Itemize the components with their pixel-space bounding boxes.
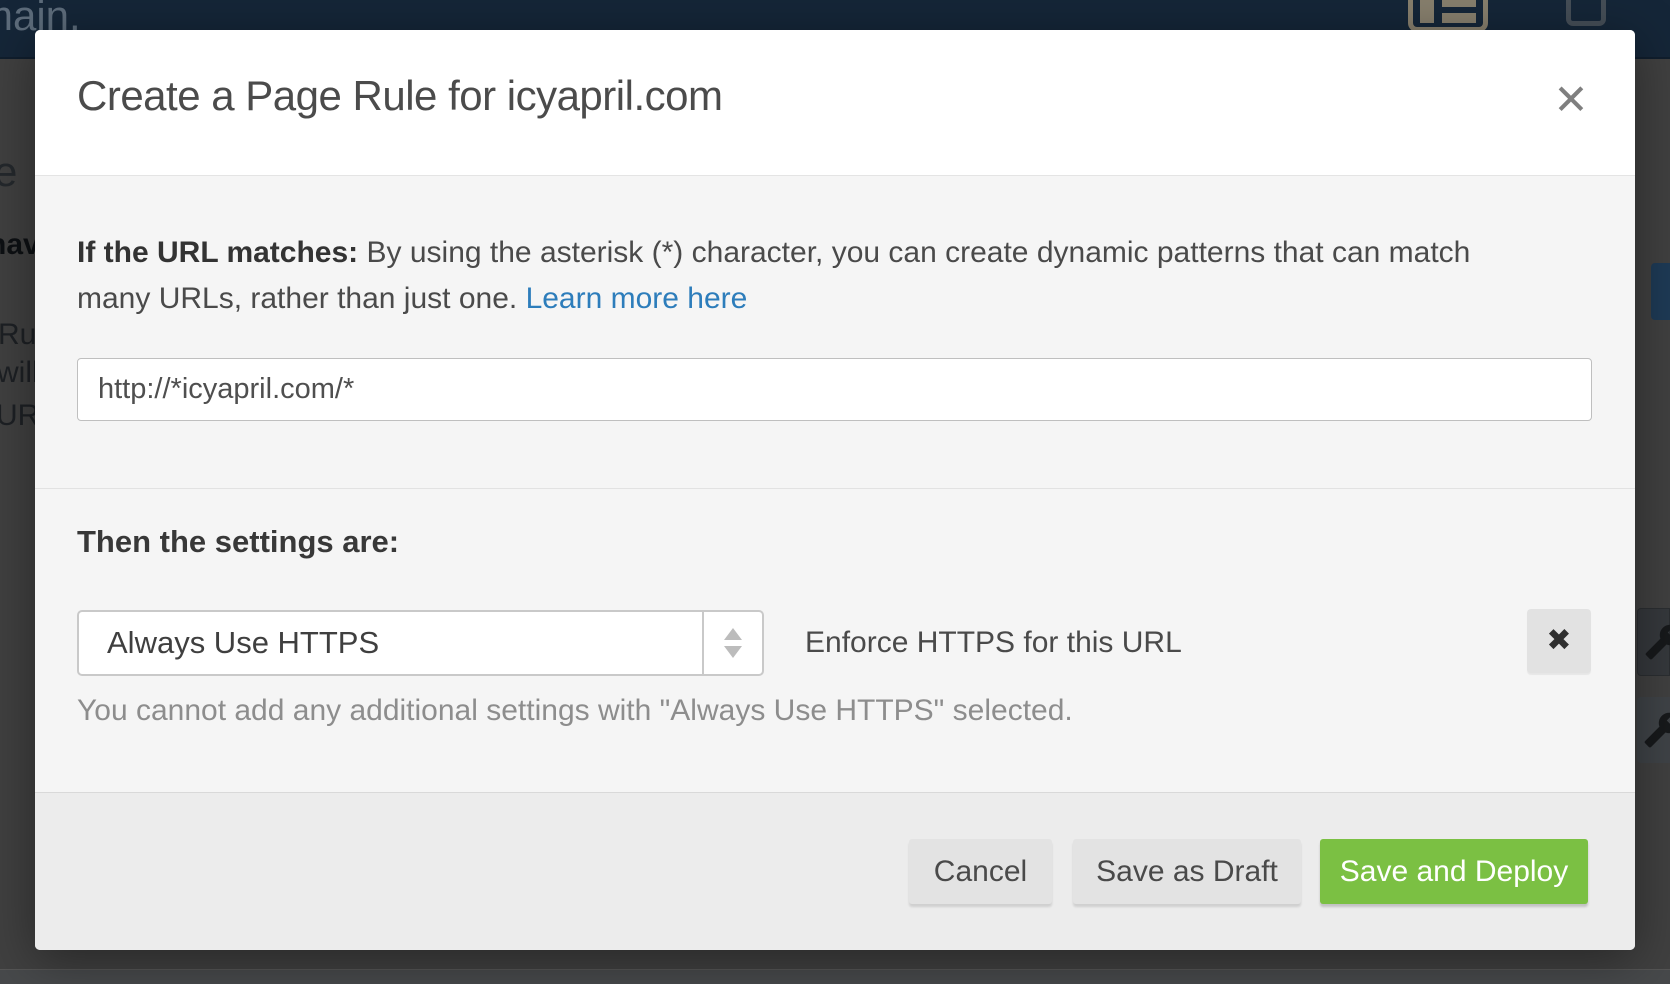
text-fragment: will (0, 356, 36, 390)
remove-setting-button[interactable]: ✖ (1527, 609, 1591, 673)
url-pattern-input[interactable] (77, 358, 1592, 421)
background-left-fragments: e nav Ru will UR (0, 59, 36, 984)
text-fragment: Ru (0, 318, 36, 352)
save-and-deploy-button[interactable]: Save and Deploy (1320, 839, 1588, 904)
create-page-rule-modal: Create a Page Rule for icyapril.com ✕ If… (35, 30, 1635, 950)
text-fragment: nav (0, 228, 36, 262)
wrench-panel (1637, 697, 1670, 763)
wrench-panel (1637, 608, 1670, 676)
section-divider (35, 488, 1635, 489)
wrench-icon (1643, 711, 1670, 749)
close-icon[interactable]: ✕ (1541, 70, 1601, 130)
setting-description: Enforce HTTPS for this URL (805, 610, 1182, 676)
url-match-label: If the URL matches: (77, 236, 358, 269)
url-match-description: If the URL matches: By using the asteris… (77, 230, 1477, 322)
save-as-draft-button[interactable]: Save as Draft (1073, 839, 1301, 904)
wrench-icon (1644, 623, 1670, 661)
setting-select-value: Always Use HTTPS (107, 612, 379, 674)
modal-title: Create a Page Rule for icyapril.com (77, 72, 722, 120)
learn-more-link[interactable]: Learn more here (526, 282, 748, 315)
modal-footer: Cancel Save as Draft Save and Deploy (35, 792, 1635, 950)
blue-button-fragment (1651, 263, 1670, 320)
settings-heading: Then the settings are: (77, 524, 399, 560)
setting-select[interactable]: Always Use HTTPS (77, 610, 764, 676)
modal-header: Create a Page Rule for icyapril.com ✕ (35, 30, 1635, 176)
text-fragment: UR (0, 399, 36, 433)
layout-icon (1408, 0, 1488, 32)
cancel-button[interactable]: Cancel (909, 839, 1052, 904)
background-panel-seam (0, 969, 1670, 984)
background-right-fragments (1635, 59, 1670, 984)
setting-note: You cannot add any additional settings w… (77, 694, 1073, 728)
text-fragment: e (0, 148, 17, 196)
device-icon (1566, 0, 1606, 26)
select-spinner-icon (702, 612, 762, 674)
